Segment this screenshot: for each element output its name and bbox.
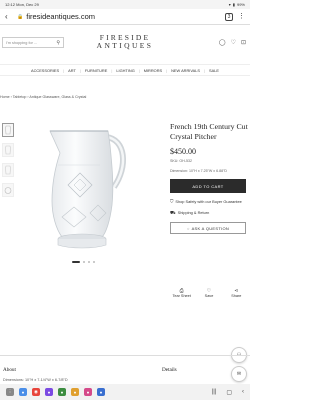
more-vertical-icon[interactable]: ⋮ [238, 13, 245, 20]
nav-separator: | [166, 67, 168, 73]
nav-item-furniture[interactable]: FURNITURE [85, 68, 107, 73]
nav-item-new-arrivals[interactable]: NEW ARRIVALS [171, 68, 200, 73]
product-image[interactable] [40, 125, 130, 250]
product-price: $450.00 [170, 147, 196, 156]
nav-item-sale[interactable]: SALE [209, 68, 219, 73]
save-label: Save [204, 294, 214, 298]
status-bar: 12:12 Mon, Dec 29 ▾ ▮ 99% [0, 0, 250, 9]
wishlist-heart-icon[interactable]: ♡ [231, 39, 236, 46]
about-dimensions: Dimensions: 10"H x 7-1/4"W x 6-7/8"D [3, 378, 68, 382]
nav-separator: | [138, 67, 140, 73]
status-date: Mon, Dec 29 [16, 2, 39, 7]
thumbnail-2[interactable] [2, 143, 14, 157]
tear-sheet-label: Tear Sheet [172, 294, 191, 298]
product-title: French 19th Century Cut Crystal Pitcher [170, 122, 248, 141]
product-dimensions: Dimension: 10"H x 7.25"W x 6.88"D [170, 169, 227, 173]
android-taskbar: ⋮ ● ◉ ● ● ● ● ● ||| ▢ ‹ [0, 384, 250, 400]
nav-item-lighting[interactable]: LIGHTING [116, 68, 134, 73]
pagination-dot[interactable] [93, 261, 95, 263]
thumbnail-4[interactable] [2, 183, 14, 197]
share-button[interactable]: ⋖ Share [223, 288, 250, 308]
status-battery: 99% [236, 2, 245, 7]
search-icon[interactable]: ⚲ [56, 40, 60, 46]
truck-icon: ⛟ [170, 210, 176, 215]
tabs-icon[interactable]: 3 [225, 12, 233, 21]
image-pagination [72, 261, 95, 263]
section-divider [0, 355, 250, 356]
thumbnail-1[interactable] [2, 123, 14, 137]
chat-widget-icon[interactable]: ✉ [231, 366, 247, 382]
shipping-return-text: Shipping & Return [177, 210, 210, 215]
nav-separator: | [111, 67, 113, 73]
save-button[interactable]: ♡ Save [195, 288, 222, 308]
chrome-app-icon[interactable]: ◉ [32, 388, 40, 396]
search-placeholder: I'm shopping for ... [6, 40, 38, 45]
product-actions: ⎙ Tear Sheet ♡ Save ⋖ Share [168, 288, 250, 308]
breadcrumb-home[interactable]: Home [0, 95, 10, 99]
pagination-dot-active[interactable] [72, 261, 80, 263]
phone-app-icon[interactable]: ● [19, 388, 27, 396]
account-icon[interactable]: ◯ [219, 39, 226, 46]
status-time: 12:12 [5, 2, 16, 7]
thumbnail-3[interactable] [2, 163, 14, 177]
pagination-dot[interactable] [83, 261, 85, 263]
cart-icon[interactable]: ⊡ [241, 39, 246, 46]
site-logo[interactable]: FIRESIDE ANTIQUES [82, 34, 168, 50]
breadcrumb-glassware[interactable]: Antique Glassware, Glass & Crystal [29, 95, 86, 99]
browser-url-bar: ‹ 🔒 firesideantiques.com 3 ⋮ [0, 9, 250, 25]
buyer-guarantee-text: Shop Safely with our Buyer Guarantee [175, 199, 242, 204]
site-header: I'm shopping for ... ⚲ FIRESIDE ANTIQUES… [0, 28, 250, 58]
url-text[interactable]: firesideantiques.com [26, 12, 95, 21]
app-icon[interactable]: ● [71, 388, 79, 396]
shipping-return-link[interactable]: ⛟ Shipping & Return [170, 210, 248, 215]
main-nav: ACCESSORIES | ART | FURNITURE | LIGHTING… [0, 64, 250, 76]
breadcrumb: Home › Tabletop › Antique Glassware, Gla… [0, 95, 86, 99]
app-icon[interactable]: ● [84, 388, 92, 396]
header-icons: ◯ ♡ ⊡ [219, 39, 246, 46]
app-grid-icon[interactable]: ⋮ [6, 388, 14, 396]
chat-icon: ◌ [186, 225, 190, 231]
about-heading: About [3, 367, 16, 373]
product-info: French 19th Century Cut Crystal Pitcher … [170, 122, 248, 234]
wifi-icon: ▾ [228, 2, 231, 7]
tear-sheet-button[interactable]: ⎙ Tear Sheet [168, 288, 195, 308]
nav-separator: | [79, 67, 81, 73]
add-to-cart-button[interactable]: ADD TO CART [170, 179, 246, 193]
lock-icon[interactable]: 🔒 [17, 14, 23, 20]
app-icon[interactable]: ● [45, 388, 53, 396]
signal-icon: ▮ [232, 2, 235, 7]
details-heading: Details [162, 367, 177, 373]
nav-separator: | [63, 67, 65, 73]
nav-item-art[interactable]: ART [68, 68, 76, 73]
thumbnail-strip [2, 123, 14, 203]
app-icon[interactable]: ● [97, 388, 105, 396]
pagination-dot[interactable] [88, 261, 90, 263]
breadcrumb-tabletop[interactable]: Tabletop [13, 95, 27, 99]
buyer-guarantee-link[interactable]: ⛉ Shop Safely with our Buyer Guarantee [170, 199, 248, 204]
logo-line2: ANTIQUES [96, 41, 154, 50]
back-arrow-icon[interactable]: ‹ [5, 12, 13, 21]
ask-question-button[interactable]: ◌ ASK A QUESTION [170, 222, 246, 234]
back-icon[interactable]: ‹ [242, 389, 244, 396]
search-input[interactable]: I'm shopping for ... ⚲ [2, 37, 64, 48]
share-label: Share [231, 294, 242, 298]
nav-separator: | [204, 67, 206, 73]
shield-icon: ⛉ [170, 199, 174, 204]
app-icon[interactable]: ● [58, 388, 66, 396]
home-icon[interactable]: ▢ [226, 389, 232, 396]
nav-item-accessories[interactable]: ACCESSORIES [31, 68, 59, 73]
recents-icon[interactable]: ||| [212, 389, 217, 396]
nav-item-mirrors[interactable]: MIRRORS [144, 68, 162, 73]
product-sku: SKU: OH-532 [170, 159, 192, 163]
ask-question-label: ASK A QUESTION [191, 225, 230, 231]
